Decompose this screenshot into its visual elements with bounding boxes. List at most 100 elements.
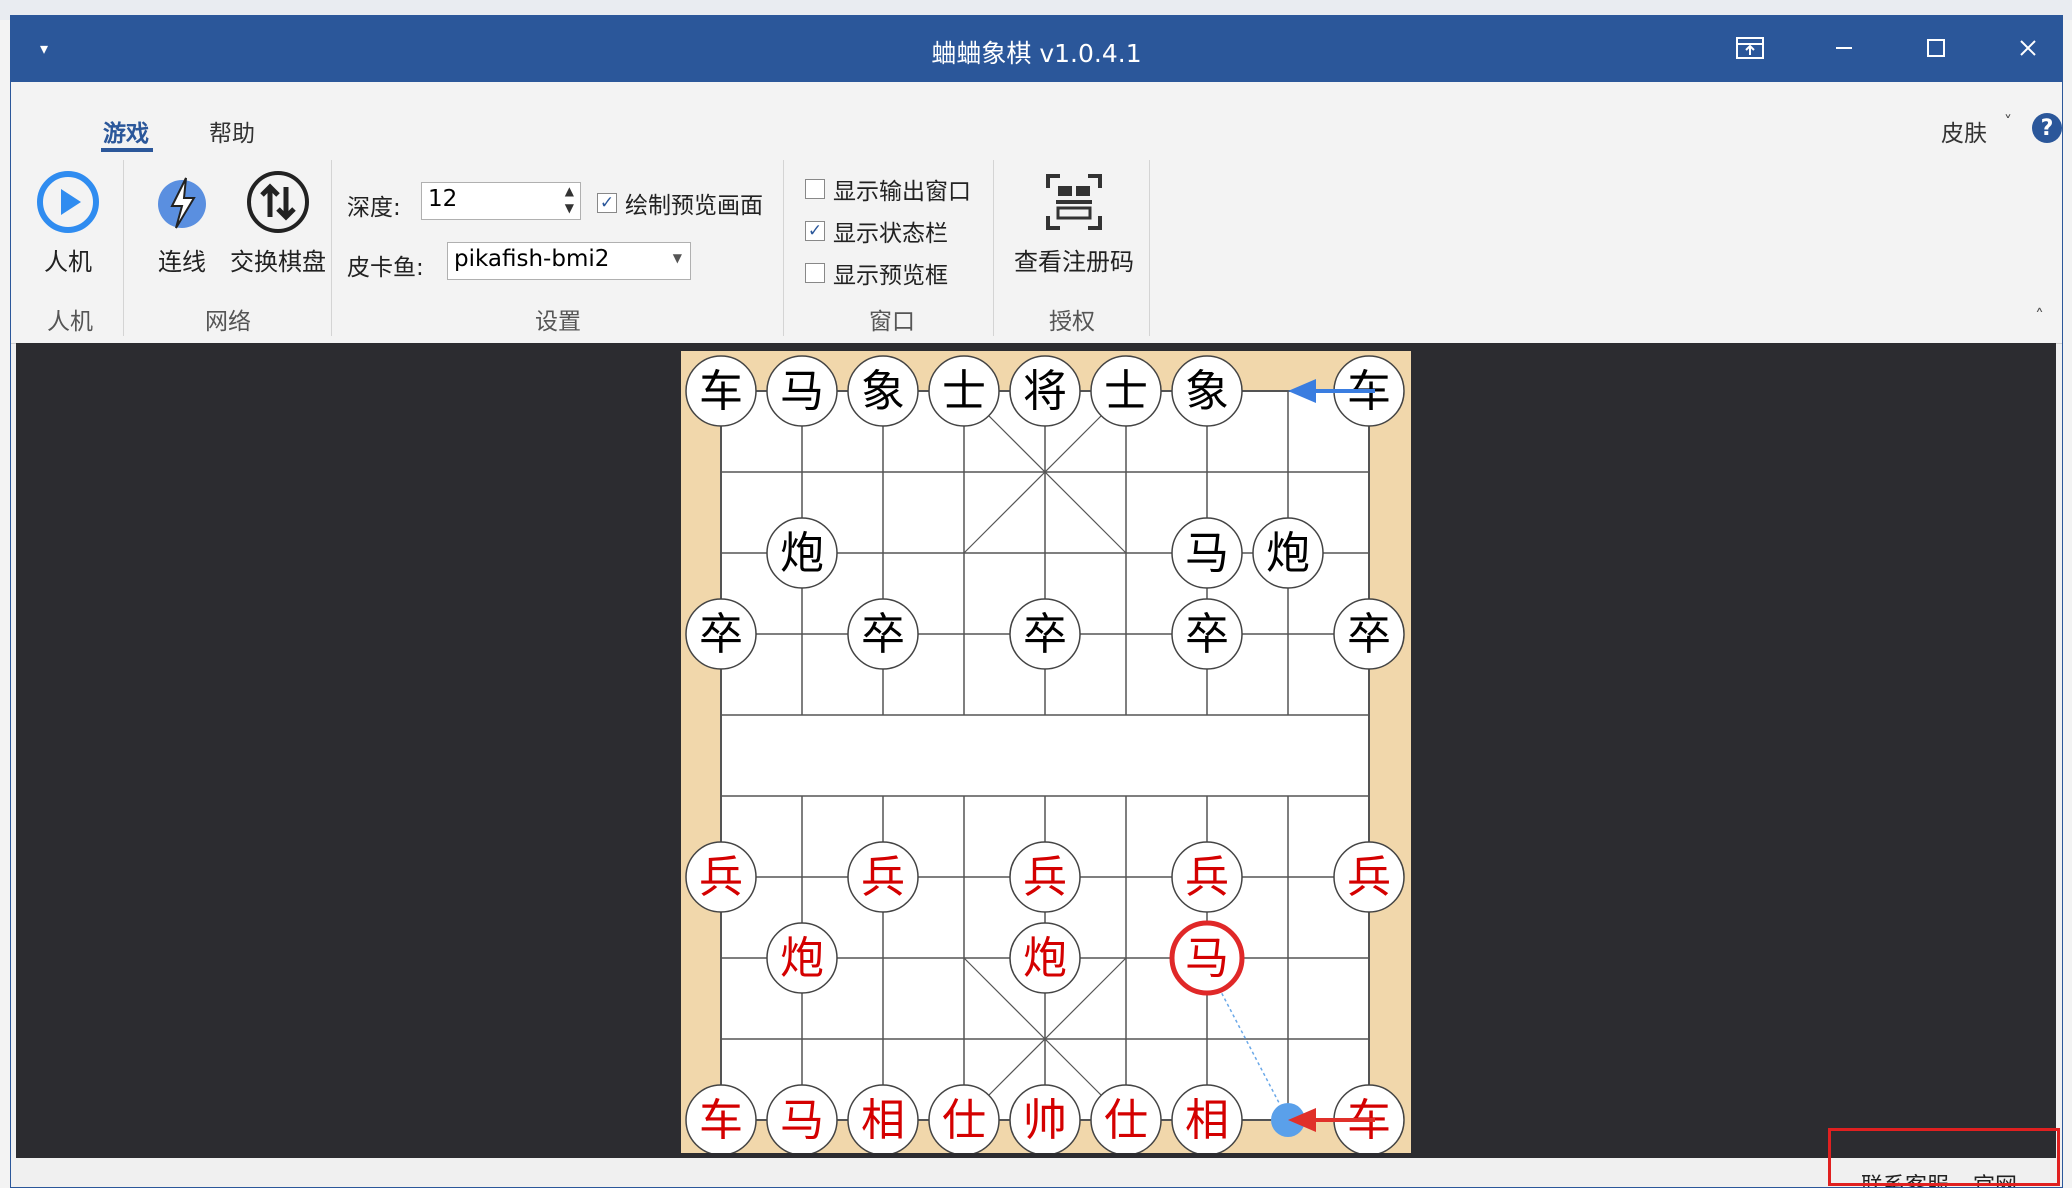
connect-button[interactable]: 连线 [147, 162, 217, 277]
red-piece[interactable]: 炮 [1009, 922, 1081, 994]
piece-label: 车 [699, 1095, 743, 1146]
piece-label: 卒 [861, 609, 905, 660]
draw-preview-checkbox[interactable]: ✓ 绘制预览画面 [597, 186, 763, 220]
red-piece[interactable]: 马 [1169, 920, 1245, 996]
piece-label: 马 [780, 366, 824, 417]
red-piece[interactable]: 兵 [847, 841, 919, 913]
piece-label: 车 [699, 366, 743, 417]
piece-label: 兵 [1347, 852, 1391, 903]
black-piece[interactable]: 卒 [685, 598, 757, 670]
piece-label: 兵 [1023, 852, 1067, 903]
piece-label: 兵 [861, 852, 905, 903]
checkbox-check-icon: ✓ [805, 221, 825, 241]
swap-arrows-icon [223, 162, 333, 242]
board-area: 车马象士将士象车炮马炮卒卒卒卒卒兵兵兵兵兵炮炮马车马相仕帅仕相车 [16, 343, 2056, 1158]
checkbox-empty-icon [805, 179, 825, 199]
black-piece[interactable]: 将 [1009, 355, 1081, 427]
app-window: ▾ 蛐蛐象棋 v1.0.4.1 游戏 帮助 皮肤 ˅ ? 人机 连线 交换棋盘 … [10, 15, 2063, 1188]
status-bar: 联系客服 官网 [11, 1158, 2062, 1187]
chess-board[interactable]: 车马象士将士象车炮马炮卒卒卒卒卒兵兵兵兵兵炮炮马车马相仕帅仕相车 [681, 351, 1411, 1153]
compact-mode-icon [1736, 37, 1764, 59]
depth-label: 深度: [347, 195, 401, 221]
piece-label: 将 [1023, 366, 1067, 417]
view-code-button[interactable]: 查看注册码 [1009, 162, 1139, 277]
show-output-checkbox[interactable]: 显示输出窗口 [805, 172, 971, 206]
piece-label: 炮 [1023, 933, 1067, 984]
tab-game[interactable]: 游戏 [103, 114, 149, 148]
swap-board-label: 交换棋盘 [230, 248, 326, 276]
piece-label: 炮 [780, 933, 824, 984]
black-piece[interactable]: 炮 [766, 517, 838, 589]
show-output-label: 显示输出窗口 [833, 179, 971, 205]
black-piece[interactable]: 士 [1090, 355, 1162, 427]
red-piece[interactable]: 相 [847, 1084, 919, 1153]
black-piece[interactable]: 车 [685, 355, 757, 427]
human-machine-button[interactable]: 人机 [33, 162, 103, 277]
compact-mode-button[interactable] [1725, 28, 1775, 68]
red-piece[interactable]: 车 [685, 1084, 757, 1153]
swap-board-button[interactable]: 交换棋盘 [223, 162, 333, 277]
red-piece[interactable]: 马 [766, 1084, 838, 1153]
group-label-license: 授权 [1049, 309, 1095, 335]
red-piece[interactable]: 相 [1171, 1084, 1243, 1153]
black-piece[interactable]: 象 [1171, 355, 1243, 427]
skin-menu[interactable]: 皮肤 [1941, 114, 1987, 148]
piece-label: 炮 [1266, 528, 1310, 579]
black-piece[interactable]: 炮 [1252, 517, 1324, 589]
show-status-checkbox[interactable]: ✓ 显示状态栏 [805, 214, 948, 248]
black-piece[interactable]: 卒 [1009, 598, 1081, 670]
connect-label: 连线 [158, 248, 206, 276]
tab-help[interactable]: 帮助 [209, 114, 255, 148]
lightning-icon [147, 162, 217, 242]
collapse-ribbon-icon[interactable]: ˄ [2035, 306, 2044, 327]
help-icon[interactable]: ? [2031, 112, 2062, 148]
piece-label: 卒 [1347, 609, 1391, 660]
registration-code-icon [1009, 162, 1139, 242]
red-piece[interactable]: 炮 [766, 922, 838, 994]
black-piece[interactable]: 卒 [1171, 598, 1243, 670]
black-piece[interactable]: 卒 [1333, 598, 1405, 670]
ribbon: 游戏 帮助 皮肤 ˅ ? 人机 连线 交换棋盘 深度: 12 ▲ ▼ ✓ 绘制预… [11, 82, 2062, 344]
show-preview-checkbox[interactable]: 显示预览框 [805, 256, 948, 290]
piece-label: 马 [780, 1095, 824, 1146]
active-tab-indicator [101, 148, 153, 152]
piece-label: 马 [1185, 528, 1229, 579]
minimize-icon [1836, 47, 1852, 49]
human-machine-label: 人机 [44, 248, 92, 276]
red-piece[interactable]: 帅 [1009, 1084, 1081, 1153]
black-piece[interactable]: 士 [928, 355, 1000, 427]
piece-label: 兵 [1185, 852, 1229, 903]
piece-label: 卒 [1023, 609, 1067, 660]
minimize-button[interactable] [1819, 28, 1869, 68]
highlight-box [1828, 1128, 2060, 1186]
black-piece[interactable]: 马 [1171, 517, 1243, 589]
close-button[interactable] [2003, 28, 2053, 68]
close-icon [2020, 40, 2036, 56]
engine-select[interactable]: pikafish-bmi2 ▼ [447, 242, 691, 280]
chevron-down-icon[interactable]: ˅ [2004, 112, 2012, 131]
piece-label: 帅 [1023, 1095, 1067, 1146]
red-piece[interactable]: 仕 [1090, 1084, 1162, 1153]
view-code-label: 查看注册码 [1014, 248, 1134, 276]
engine-value: pikafish-bmi2 [454, 246, 610, 272]
red-piece[interactable]: 仕 [928, 1084, 1000, 1153]
group-label-human: 人机 [47, 309, 93, 335]
checkbox-check-icon: ✓ [597, 193, 617, 213]
red-piece[interactable]: 兵 [1009, 841, 1081, 913]
group-separator [331, 160, 332, 336]
piece-label: 象 [1185, 366, 1229, 417]
depth-spinner[interactable]: 12 ▲ ▼ [421, 182, 581, 220]
black-piece[interactable]: 马 [766, 355, 838, 427]
show-preview-label: 显示预览框 [833, 263, 948, 289]
title-bar[interactable]: ▾ 蛐蛐象棋 v1.0.4.1 [11, 16, 2062, 82]
black-piece[interactable]: 卒 [847, 598, 919, 670]
red-piece[interactable]: 兵 [685, 841, 757, 913]
piece-label: 相 [1185, 1095, 1229, 1146]
group-separator [1149, 160, 1150, 336]
maximize-button[interactable] [1911, 28, 1961, 68]
spinner-arrows-icon[interactable]: ▲ ▼ [565, 183, 574, 217]
group-separator [123, 160, 124, 336]
red-piece[interactable]: 兵 [1171, 841, 1243, 913]
black-piece[interactable]: 象 [847, 355, 919, 427]
red-piece[interactable]: 兵 [1333, 841, 1405, 913]
